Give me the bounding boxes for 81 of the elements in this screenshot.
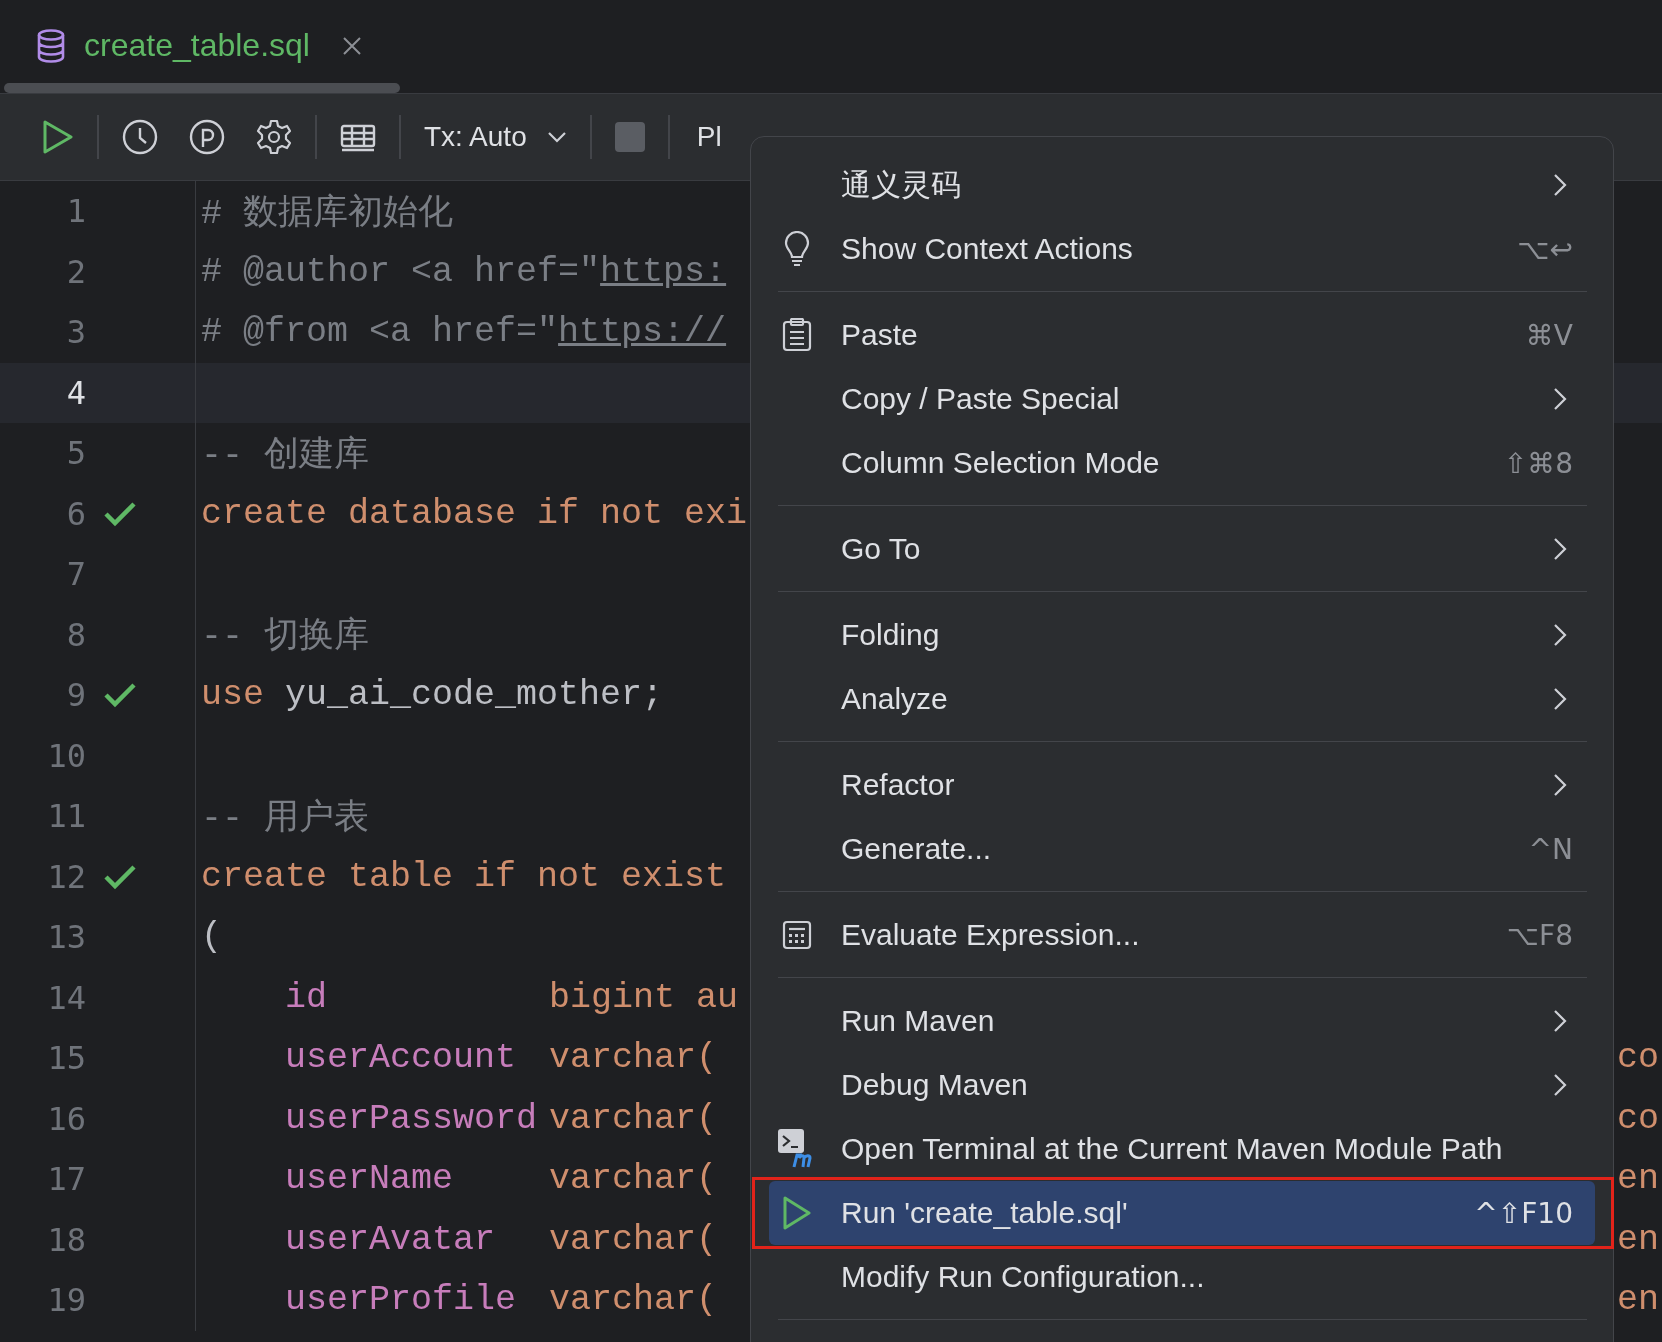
line-number: 2 [65, 252, 86, 291]
menu-item[interactable]: 通义灵码 [769, 153, 1595, 217]
settings-icon[interactable] [256, 119, 292, 155]
code-text[interactable]: https: [600, 251, 727, 292]
run-icon [782, 1196, 812, 1230]
code-text: -- 创建库 [201, 434, 369, 477]
line-number: 9 [65, 676, 86, 715]
code-text: bigint au [549, 977, 739, 1018]
code-text: # @from <a href=" [201, 312, 559, 353]
code-text: co [1617, 1038, 1659, 1079]
line-number: 11 [46, 797, 86, 836]
menu-item[interactable]: Analyze [769, 667, 1595, 731]
line-number: 19 [46, 1281, 86, 1320]
line-number: 13 [46, 918, 86, 957]
clock-icon[interactable] [122, 119, 158, 155]
close-icon[interactable] [341, 35, 362, 56]
code-text: yu_ai_code_mother; [285, 675, 664, 716]
menu-item[interactable]: Column Selection Mode ⇧⌘8 [769, 431, 1595, 495]
lightbulb-icon [784, 231, 810, 267]
line-number: 8 [65, 615, 86, 654]
code-text: userName [285, 1159, 455, 1200]
code-text: id [285, 977, 328, 1018]
line-number: 15 [46, 1039, 86, 1078]
line-number: 16 [46, 1099, 86, 1138]
code-text: en [1617, 1280, 1659, 1321]
code-text: # @author <a href=" [201, 251, 601, 292]
line-number: 4 [65, 373, 86, 412]
table-icon[interactable] [340, 122, 376, 152]
tab-scrollbar[interactable] [4, 83, 400, 93]
p-circle-icon[interactable] [189, 119, 225, 155]
code-text: userProfile [285, 1280, 518, 1321]
line-number: 5 [65, 434, 86, 473]
menu-item[interactable]: Go To [769, 517, 1595, 581]
line-number: 1 [65, 192, 86, 231]
line-number: 7 [65, 555, 86, 594]
code-text: varchar( [549, 1038, 718, 1079]
code-text: en [1617, 1219, 1659, 1260]
code-text: -- 切换库 [201, 615, 369, 659]
menu-item[interactable]: Run Maven [769, 989, 1595, 1053]
menu-item[interactable]: Open Terminal at the Current Maven Module Path [769, 1117, 1595, 1181]
code-text: varchar( [549, 1159, 718, 1200]
menu-item[interactable]: Paste ⌘V [769, 303, 1595, 367]
code-text: use [201, 675, 264, 716]
menu-item[interactable]: Folding [769, 603, 1595, 667]
line-number: 6 [65, 494, 86, 533]
calculator-icon [782, 920, 812, 950]
run-icon[interactable] [42, 120, 74, 154]
line-number: 10 [46, 736, 86, 775]
line-number: 17 [46, 1160, 86, 1199]
code-text: varchar( [549, 1098, 718, 1139]
code-text: create database if not exi [201, 493, 748, 534]
code-text: userAvatar [285, 1219, 497, 1260]
clipboard-icon [782, 318, 812, 352]
menu-item[interactable]: Copy / Paste Special [769, 367, 1595, 431]
code-text: userPassword [285, 1098, 539, 1139]
menu-item[interactable]: Evaluate Expression... ⌥F8 [769, 903, 1595, 967]
code-text: -- 用户表 [201, 797, 369, 840]
code-text: # 数据库初始化 [201, 192, 453, 235]
code-text[interactable]: https:// [558, 312, 727, 353]
file-tab[interactable]: create_table.sql [36, 27, 362, 64]
code-text: varchar( [549, 1280, 718, 1321]
code-text: userAccount [285, 1038, 518, 1079]
menu-item[interactable]: Show Context Actions ⌥↩ [769, 217, 1595, 281]
menu-item[interactable]: Modify Run Configuration... [769, 1245, 1595, 1309]
menu-item[interactable]: Run 'create_table.sql' ^⇧F10 [769, 1181, 1595, 1245]
line-number: 3 [65, 313, 86, 352]
database-icon [36, 28, 66, 63]
code-text: en [1617, 1159, 1659, 1200]
chevron-down-icon [546, 131, 567, 143]
code-text: ( [201, 917, 222, 958]
line-number: 18 [46, 1220, 86, 1259]
menu-item[interactable]: Refactor [769, 753, 1595, 817]
menu-item[interactable]: Generate... ^N [769, 817, 1595, 881]
line-number: 14 [46, 978, 86, 1017]
line-number: 12 [46, 857, 86, 896]
menu-item[interactable]: Debug Maven [769, 1053, 1595, 1117]
code-text: varchar( [549, 1219, 718, 1260]
transaction-dropdown[interactable]: Tx: Auto [424, 121, 567, 153]
code-text: co [1617, 1098, 1659, 1139]
code-text: create table if not exist [201, 856, 727, 897]
console-selector[interactable]: Pl [696, 121, 722, 153]
